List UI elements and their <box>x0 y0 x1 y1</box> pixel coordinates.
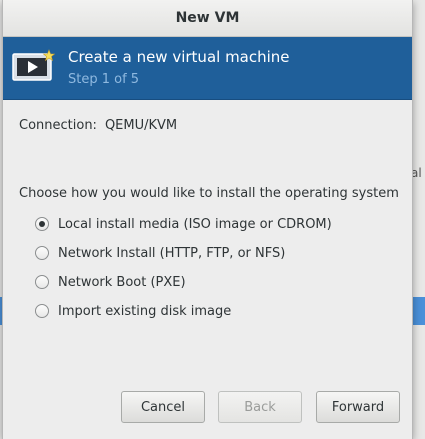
option-network-install[interactable]: Network Install (HTTP, FTP, or NFS) <box>35 243 285 263</box>
radio-button[interactable] <box>35 217 49 231</box>
option-label: Network Install (HTTP, FTP, or NFS) <box>58 245 286 261</box>
install-method-prompt: Choose how you would like to install the… <box>19 186 399 201</box>
radio-button[interactable] <box>35 246 49 260</box>
option-label: Import existing disk image <box>58 303 232 319</box>
connection-label: Connection: <box>19 118 97 133</box>
radio-button[interactable] <box>35 275 49 289</box>
cancel-button[interactable]: Cancel <box>121 391 205 423</box>
new-vm-dialog: New VM Create a new virtual machine Step… <box>2 0 413 439</box>
option-network-boot[interactable]: Network Boot (PXE) <box>35 272 186 292</box>
background-selection-strip <box>411 297 425 325</box>
wizard-banner: Create a new virtual machine Step 1 of 5 <box>3 37 412 100</box>
back-button[interactable]: Back <box>218 391 302 423</box>
banner-step: Step 1 of 5 <box>68 72 140 87</box>
radio-button[interactable] <box>35 304 49 318</box>
background-window-text: al <box>411 166 422 180</box>
connection-row: Connection: QEMU/KVM <box>19 118 177 133</box>
dialog-title[interactable]: New VM <box>3 0 412 37</box>
forward-button[interactable]: Forward <box>316 391 400 423</box>
virtual-machine-icon <box>12 49 55 81</box>
option-label: Network Boot (PXE) <box>58 274 186 290</box>
option-label: Local install media (ISO image or CDROM) <box>58 216 332 232</box>
connection-value: QEMU/KVM <box>104 118 178 133</box>
option-import-disk-image[interactable]: Import existing disk image <box>35 301 231 321</box>
option-local-install-media[interactable]: Local install media (ISO image or CDROM) <box>35 214 332 234</box>
banner-title: Create a new virtual machine <box>68 48 290 66</box>
